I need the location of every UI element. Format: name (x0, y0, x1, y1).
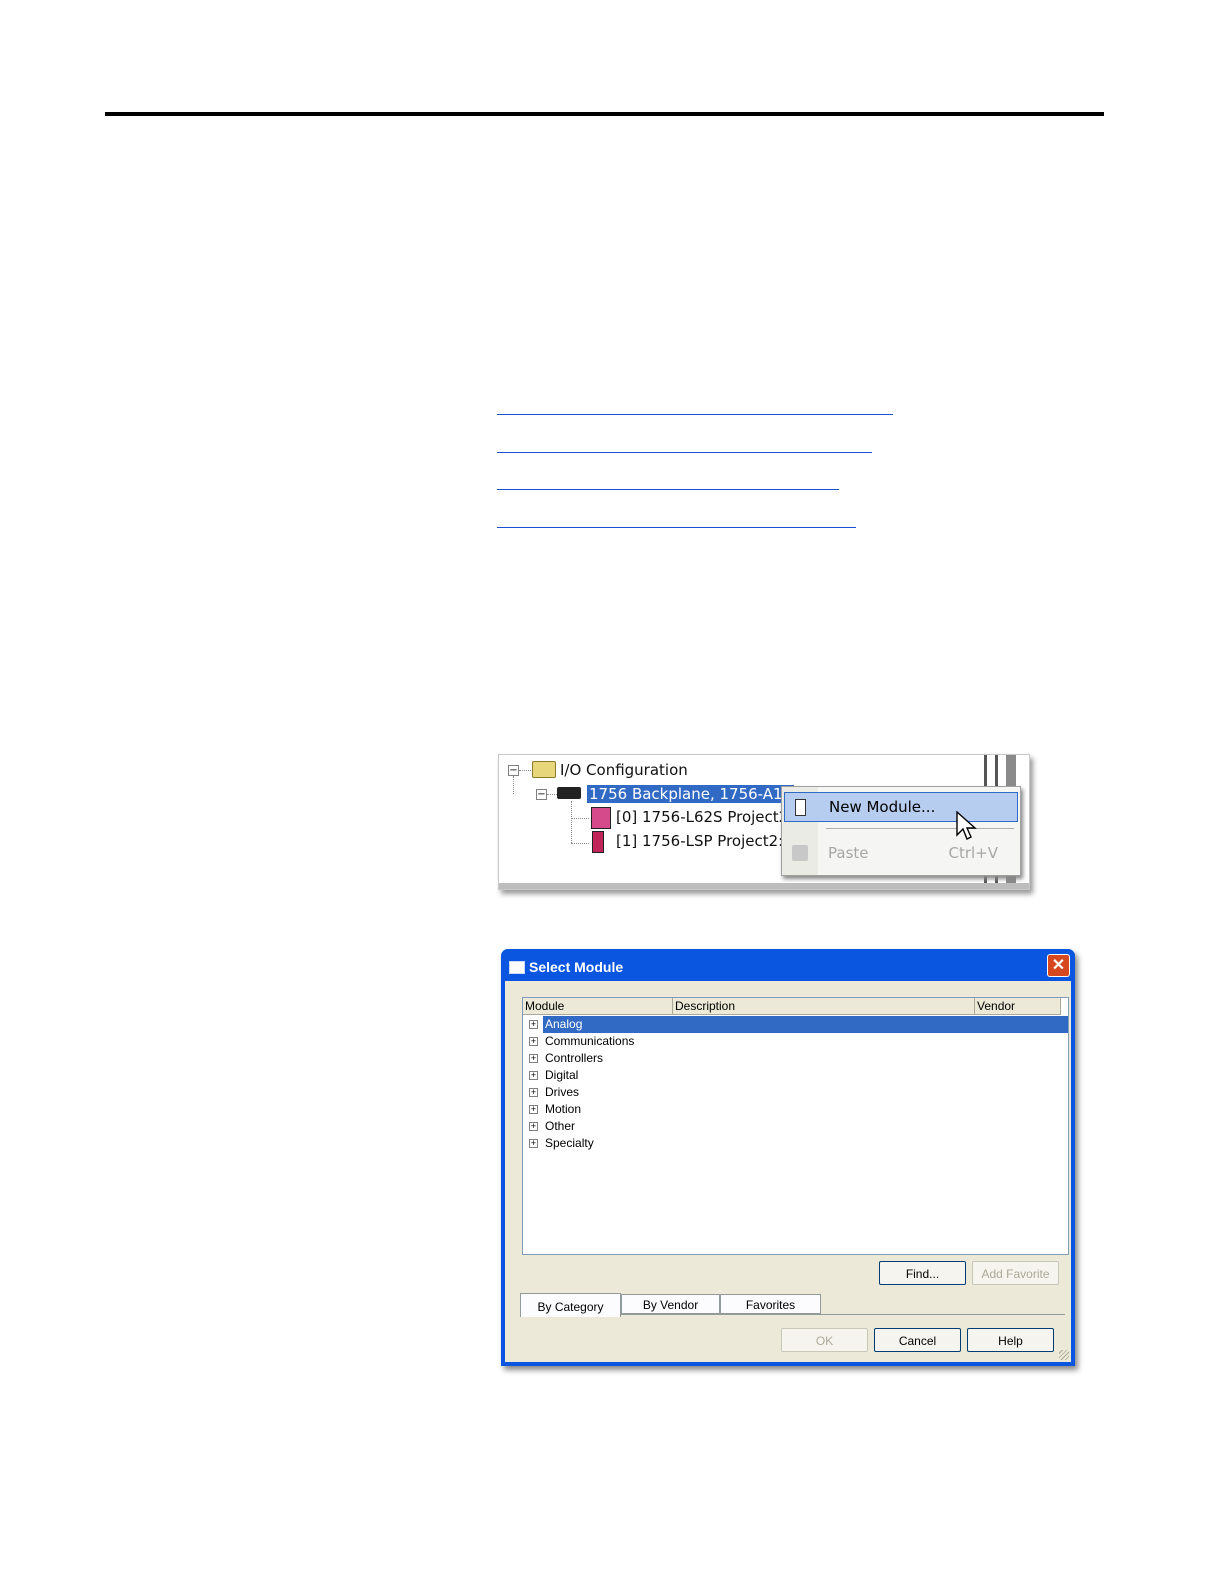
link-underline-1[interactable] (497, 414, 893, 415)
tree-item-io-configuration[interactable]: I/O Configuration (560, 760, 688, 780)
backplane-icon (557, 787, 581, 799)
safety-partner-module-icon (592, 831, 604, 853)
category-label: Analog (545, 1017, 583, 1031)
category-label: Specialty (545, 1136, 594, 1150)
add-favorite-button[interactable]: Add Favorite (972, 1261, 1059, 1285)
list-item-drives[interactable]: + Drives (523, 1084, 1068, 1101)
tree-item-label: [0] 1756-L62S Project2 (616, 808, 789, 826)
tree-item-label: 1756 Backplane, 1756-A10 (587, 785, 795, 803)
module-list[interactable]: Module Description Vendor + Analog + Com… (522, 997, 1069, 1255)
list-item-analog[interactable]: + Analog (523, 1016, 1068, 1033)
module-icon (795, 799, 806, 816)
menu-item-new-module[interactable]: New Module... (784, 792, 1018, 822)
tree-connector (571, 818, 589, 819)
tree-item-backplane[interactable]: 1756 Backplane, 1756-A10 (587, 784, 795, 804)
expand-icon[interactable]: + (529, 1122, 538, 1131)
paste-icon (792, 845, 808, 861)
list-item-controllers[interactable]: + Controllers (523, 1050, 1068, 1067)
cancel-button[interactable]: Cancel (874, 1328, 961, 1352)
list-item-digital[interactable]: + Digital (523, 1067, 1068, 1084)
tree-item-slot-0[interactable]: [0] 1756-L62S Project2 (616, 807, 788, 827)
menu-item-label: Paste (828, 844, 869, 862)
menu-item-label: New Module... (829, 798, 936, 816)
controller-module-icon (591, 807, 611, 829)
link-underline-3[interactable] (497, 489, 839, 490)
category-label: Other (545, 1119, 576, 1133)
header-rule (105, 112, 1104, 116)
list-item-communications[interactable]: + Communications (523, 1033, 1068, 1050)
dialog-body: Module Description Vendor + Analog + Com… (505, 981, 1071, 1362)
dialog-title: Select Module (529, 959, 624, 975)
tree-connector (519, 770, 531, 771)
dialog-title-bar[interactable]: Select Module (509, 955, 623, 979)
list-item-other[interactable]: + Other (523, 1118, 1068, 1135)
tab-favorites[interactable]: Favorites (720, 1294, 821, 1314)
select-module-dialog: Select Module ✕ Module Description Vendo… (501, 949, 1075, 1366)
tree-item-label: [1] 1756-LSP Project2: (616, 832, 784, 850)
category-label: Communications (545, 1034, 635, 1048)
list-item-specialty[interactable]: + Specialty (523, 1135, 1068, 1152)
category-label: Motion (545, 1102, 582, 1116)
close-button[interactable]: ✕ (1047, 954, 1070, 977)
expand-icon[interactable]: + (529, 1139, 538, 1148)
category-label: Drives (545, 1085, 580, 1099)
menu-item-shortcut: Ctrl+V (948, 844, 998, 862)
expand-icon[interactable]: + (529, 1037, 538, 1046)
tab-by-category[interactable]: By Category (520, 1293, 621, 1317)
category-label: Controllers (545, 1051, 604, 1065)
collapse-icon[interactable]: − (508, 765, 519, 776)
menu-separator (826, 828, 1014, 829)
tree-item-label: I/O Configuration (560, 761, 688, 779)
collapse-icon[interactable]: − (536, 789, 547, 800)
close-icon: ✕ (1051, 957, 1066, 974)
tree-connector (571, 843, 589, 844)
selection-highlight (543, 1016, 1068, 1033)
resize-grip-icon[interactable] (1059, 1350, 1069, 1360)
link-underline-2[interactable] (497, 452, 872, 453)
mouse-cursor-icon (956, 811, 977, 840)
tree-item-slot-1[interactable]: [1] 1756-LSP Project2: (616, 831, 783, 851)
ok-button[interactable]: OK (781, 1328, 868, 1352)
expand-icon[interactable]: + (529, 1020, 538, 1029)
list-item-motion[interactable]: + Motion (523, 1101, 1068, 1118)
expand-icon[interactable]: + (529, 1071, 538, 1080)
tab-by-vendor[interactable]: By Vendor (621, 1294, 720, 1314)
column-header-vendor[interactable]: Vendor (975, 998, 1061, 1015)
link-underline-4[interactable] (497, 527, 856, 528)
category-label: Digital (545, 1068, 579, 1082)
pane-bottom-bar (499, 883, 1029, 889)
context-menu: New Module... Paste Ctrl+V (781, 786, 1021, 876)
tree-connector (547, 794, 557, 795)
menu-item-paste[interactable]: Paste Ctrl+V (784, 839, 1018, 867)
tree-connector (513, 776, 514, 794)
column-header-description[interactable]: Description (673, 998, 975, 1015)
find-button[interactable]: Find... (879, 1261, 966, 1285)
folder-icon (532, 761, 556, 778)
expand-icon[interactable]: + (529, 1054, 538, 1063)
window-icon (509, 961, 525, 974)
expand-icon[interactable]: + (529, 1105, 538, 1114)
tree-connector (571, 801, 572, 843)
expand-icon[interactable]: + (529, 1088, 538, 1097)
help-button[interactable]: Help (967, 1328, 1054, 1352)
column-header-module[interactable]: Module (523, 998, 673, 1015)
